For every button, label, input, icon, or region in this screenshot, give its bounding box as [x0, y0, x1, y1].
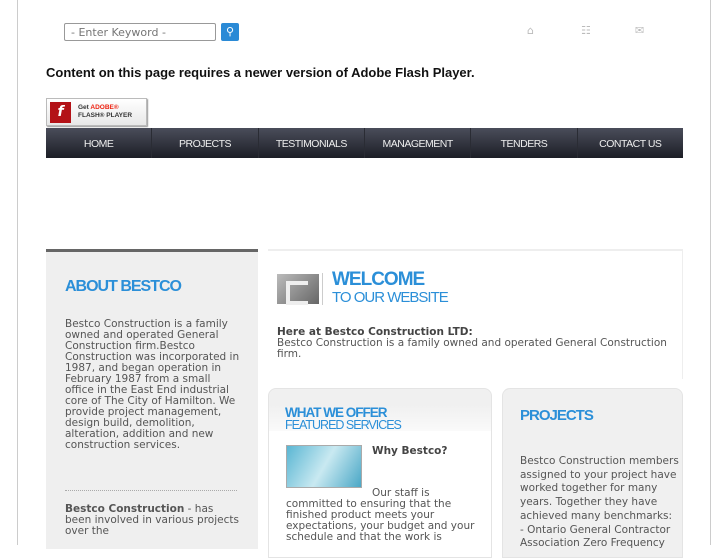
flash-logo-icon: f: [50, 102, 71, 123]
badge-get: Get: [78, 104, 89, 111]
nav-home[interactable]: HOME: [46, 128, 153, 158]
nav-testimonials[interactable]: TESTIMONIALS: [259, 128, 365, 158]
nav-projects[interactable]: PROJECTS: [152, 128, 259, 158]
badge-adobe: ADOBE®: [90, 104, 119, 111]
search-input[interactable]: [64, 23, 216, 41]
home-icon[interactable]: ⌂: [527, 24, 534, 37]
about-text: Bestco Construction is a family owned an…: [65, 318, 240, 451]
search-icon: ⚲: [225, 25, 235, 38]
projects-item: - Ontario General Contractor Association…: [520, 523, 671, 550]
get-flash-button[interactable]: f Get ADOBE® FLASH® PLAYER: [46, 98, 147, 126]
about-title: ABOUT BESTCO: [65, 278, 182, 295]
divider: [65, 490, 237, 491]
bestco-logo: [277, 274, 319, 305]
badge-player: FLASH® PLAYER: [78, 112, 133, 119]
nav-management[interactable]: MANAGEMENT: [365, 128, 472, 158]
main-nav: HOME PROJECTS TESTIMONIALS MANAGEMENT TE…: [46, 128, 683, 158]
welcome-title: WELCOME: [332, 269, 425, 290]
offer-subtitle: FEATURED SERVICES: [285, 418, 402, 432]
page-border-left: [17, 0, 18, 545]
projects-box: PROJECTS Bestco Construction members ass…: [502, 388, 683, 558]
page-border-right: [710, 0, 711, 545]
projects-title: PROJECTS: [520, 407, 594, 424]
offer-heading: Why Bestco?: [372, 445, 448, 457]
search-button[interactable]: ⚲: [221, 23, 239, 41]
nav-contact-us[interactable]: CONTACT US: [578, 128, 683, 158]
welcome-text: Bestco Construction is a family owned an…: [277, 337, 667, 360]
welcome-subtitle: TO OUR WEBSITE: [332, 289, 449, 306]
building-thumbnail: [286, 445, 362, 488]
projects-text: Bestco Construction members assigned to …: [520, 455, 679, 522]
mail-icon[interactable]: ✉: [635, 24, 644, 37]
nav-tenders[interactable]: TENDERS: [471, 128, 578, 158]
offer-text: Our staff is committed to ensuring that …: [286, 487, 475, 543]
sitemap-icon[interactable]: ☷: [581, 24, 591, 37]
about-panel: ABOUT BESTCO Bestco Construction is a fa…: [46, 249, 258, 549]
flash-message: Content on this page requires a newer ve…: [46, 65, 475, 80]
